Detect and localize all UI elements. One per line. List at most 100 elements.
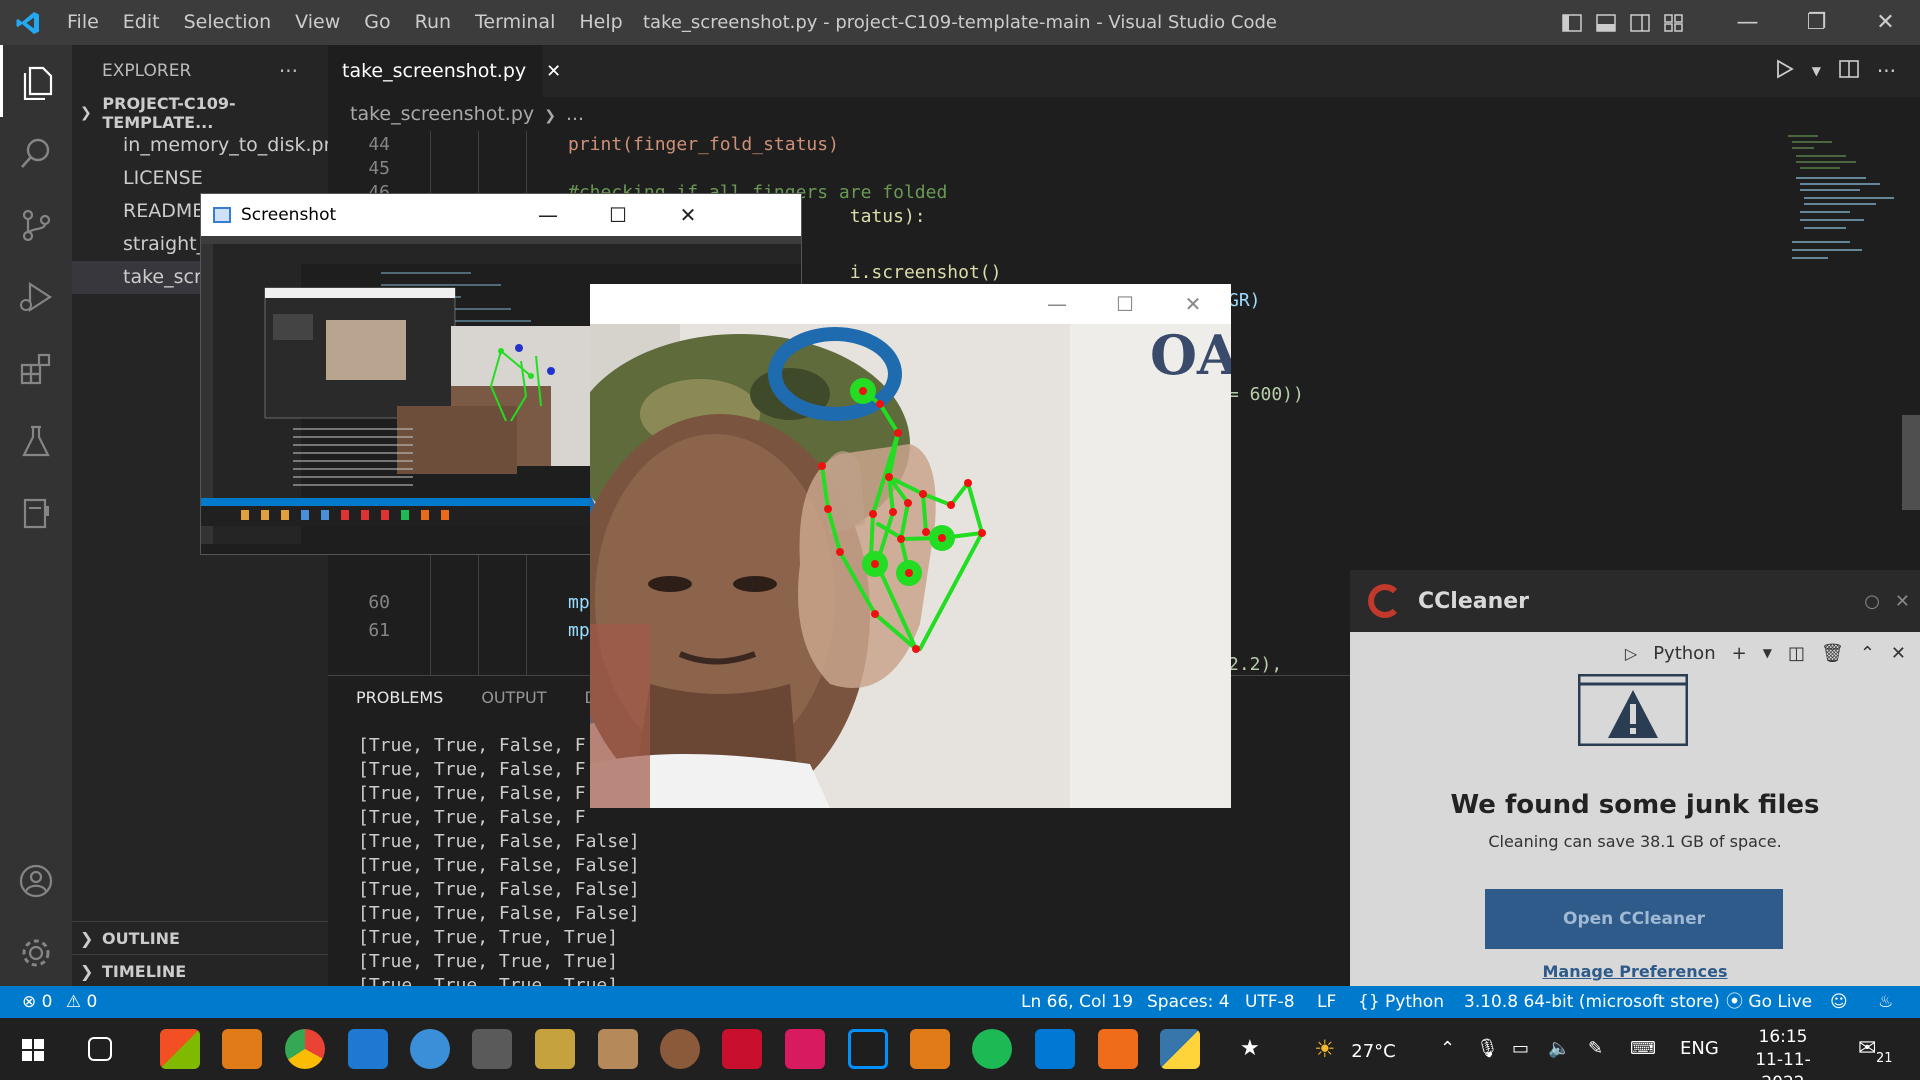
tab-take-screenshot[interactable]: take_screenshot.py ✕ [328,45,561,97]
split-terminal-icon[interactable]: ◫ [1788,643,1805,664]
menu-view[interactable]: View [283,0,352,45]
maximize-panel-icon[interactable]: ⌃ [1860,643,1875,664]
chevron-up-icon[interactable]: ⌃ [1440,1018,1455,1080]
outline-section[interactable]: ❯ OUTLINE [72,921,328,954]
customize-layout-icon[interactable] [1657,0,1691,45]
microphone-icon[interactable]: 🎙 [1476,1018,1499,1080]
close-panel-icon[interactable]: ✕ [1891,643,1906,664]
mail-icon[interactable] [348,1029,388,1069]
tab-close-icon[interactable]: ✕ [546,61,561,82]
tab-problems[interactable]: PROBLEMS [356,688,443,707]
camera-window[interactable]: — ☐ ✕ OA [590,284,1231,808]
split-editor-icon[interactable] [1839,59,1859,83]
input-language[interactable]: ENG [1680,1018,1719,1080]
indentation[interactable]: Spaces: 4 [1147,986,1230,1018]
chevron-down-icon[interactable]: ▼ [1812,64,1821,78]
close-icon[interactable]: ✕ [653,194,723,236]
chevron-down-icon[interactable]: ▼ [1763,646,1772,660]
problems-status[interactable]: ⊗ 0 ⚠ 0 [22,986,97,1018]
close-icon[interactable]: ✕ [1851,0,1920,45]
settings-gear-icon[interactable] [0,917,72,989]
menu-help[interactable]: Help [567,0,634,45]
tab-output[interactable]: OUTPUT [481,688,546,707]
maximize-icon[interactable]: ☐ [583,194,653,236]
breadcrumb-file[interactable]: take_screenshot.py [350,103,534,125]
search-icon[interactable] [0,117,72,189]
q-app-icon[interactable] [1098,1029,1138,1069]
feedback-icon[interactable]: ☺ [1830,986,1848,1018]
language-mode[interactable]: {} Python [1358,986,1444,1018]
file-item[interactable]: in_memory_to_disk.png [72,129,328,162]
start-windows-icon[interactable] [22,1039,44,1065]
file-item[interactable]: LICENSE [72,162,328,195]
spotify-icon[interactable] [972,1029,1012,1069]
pen-icon[interactable]: ✎ [1588,1018,1603,1080]
add-terminal-icon[interactable]: + [1732,643,1747,664]
app-icon[interactable] [848,1029,888,1069]
game-app-icon[interactable] [910,1029,950,1069]
testing-icon[interactable] [0,405,72,477]
breadcrumb-more[interactable]: ... [566,103,584,125]
line-ending[interactable]: LF [1317,986,1336,1018]
camera-window-titlebar[interactable]: — ☐ ✕ [590,284,1231,324]
task-view-icon[interactable] [88,1037,112,1061]
pin-icon[interactable]: ○ [1864,591,1880,612]
notifications-bell-icon[interactable]: ♨ [1878,986,1893,1018]
notification-center-icon[interactable]: ✉ 21 [1858,1018,1893,1080]
close-icon[interactable]: ✕ [1159,284,1227,324]
game-app-icon[interactable] [222,1029,262,1069]
cursor-position[interactable]: Ln 66, Col 19 [1021,986,1133,1018]
volume-icon[interactable]: 🔈 [1548,1018,1570,1080]
run-debug-icon[interactable] [0,261,72,333]
toggle-panel-icon[interactable] [1589,0,1623,45]
more-actions-icon[interactable]: ··· [279,59,298,83]
network-icon[interactable]: ▭ [1512,1018,1529,1080]
toggle-sidebar-icon[interactable] [1555,0,1589,45]
dolphin-app-icon[interactable] [410,1029,450,1069]
game-app-icon[interactable] [598,1029,638,1069]
run-file-icon[interactable] [1774,59,1794,83]
encoding[interactable]: UTF-8 [1245,986,1295,1018]
game-app-icon[interactable] [472,1029,512,1069]
manage-preferences-link[interactable]: Manage Preferences [1350,962,1920,981]
minimap[interactable] [1784,131,1904,271]
account-icon[interactable] [0,845,72,917]
minimize-icon[interactable]: — [1023,284,1091,324]
close-icon[interactable]: ✕ [1895,591,1910,612]
project-folder[interactable]: ❯ PROJECT-C109-TEMPLATE... [72,94,328,132]
explorer-icon[interactable] [0,45,72,117]
vscode-taskbar-icon[interactable] [1035,1029,1075,1069]
clock[interactable]: 16:15 11-11-2022 [1738,1026,1828,1080]
screenshot-window-titlebar[interactable]: Screenshot — ☐ ✕ [201,194,801,236]
people-icon[interactable]: ★ [1240,1018,1260,1080]
game-app-icon[interactable] [535,1029,575,1069]
extensions-icon[interactable] [0,333,72,405]
python-icon[interactable] [1160,1029,1200,1069]
more-actions-icon[interactable]: ··· [1877,59,1896,83]
trash-icon[interactable]: 🗑 [1821,643,1844,664]
minimize-icon[interactable]: — [513,194,583,236]
f1-game-icon[interactable] [722,1029,762,1069]
editor-scrollbar[interactable] [1902,415,1920,510]
chrome-icon[interactable] [285,1029,325,1069]
menu-selection[interactable]: Selection [172,0,284,45]
weather-widget[interactable]: ☀ 27°C [1314,1018,1396,1080]
remote-explorer-icon[interactable] [0,477,72,549]
menu-edit[interactable]: Edit [111,0,172,45]
toggle-secondary-sidebar-icon[interactable] [1623,0,1657,45]
menu-go[interactable]: Go [352,0,402,45]
maximize-icon[interactable]: ☐ [1091,284,1159,324]
game-app-icon[interactable] [660,1029,700,1069]
menu-run[interactable]: Run [403,0,463,45]
terminal-shell-label[interactable]: Python [1653,643,1715,664]
keyboard-icon[interactable]: ⌨ [1630,1018,1656,1080]
forza-icon[interactable] [785,1029,825,1069]
go-live[interactable]: ⦿ Go Live [1726,986,1812,1018]
menu-terminal[interactable]: Terminal [463,0,567,45]
minimize-icon[interactable]: — [1713,0,1782,45]
menu-file[interactable]: File [55,0,111,45]
python-interpreter[interactable]: 3.10.8 64-bit (microsoft store) [1464,986,1720,1018]
open-ccleaner-button[interactable]: Open CCleaner [1485,889,1783,949]
store-icon[interactable] [160,1029,200,1069]
timeline-section[interactable]: ❯ TIMELINE [72,954,328,987]
